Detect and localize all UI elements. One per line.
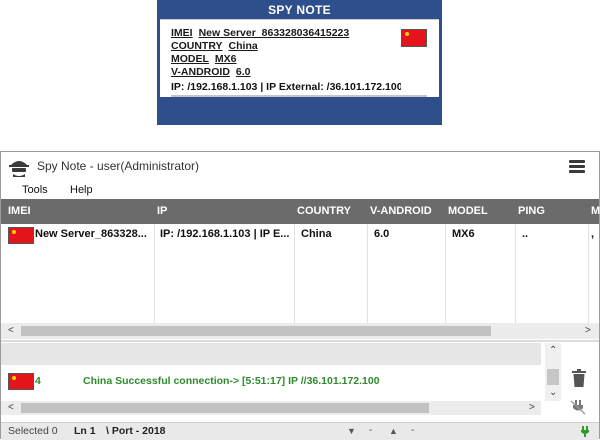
scroll-left-icon[interactable]: <: [8, 325, 14, 336]
country-line: COUNTRY China: [171, 40, 258, 52]
status-line: Ln 1: [74, 425, 96, 437]
grid-horizontal-scrollbar[interactable]: < >: [1, 323, 599, 339]
log-vertical-scrollbar[interactable]: ⌃ ⌄: [545, 343, 561, 401]
log-header-row: [1, 343, 541, 365]
cell-android: 6.0: [374, 228, 390, 240]
title-bar: Spy Note - user(Administrator): [1, 152, 599, 180]
col-imei[interactable]: IMEI: [8, 205, 31, 217]
status-bar: Selected 0 Ln 1 \ Port - 2018 ▼ - ▲ -: [1, 422, 599, 440]
window-title: Spy Note - user(Administrator): [37, 159, 200, 173]
grid-header: IMEI IP COUNTRY V-ANDROID MODEL PING M: [1, 199, 600, 224]
notification-title: SPY NOTE: [268, 3, 331, 17]
scroll-right-icon[interactable]: >: [529, 402, 535, 413]
col-ip[interactable]: IP: [157, 205, 167, 217]
cell-country: China: [301, 228, 332, 240]
log-entry-message: China Successful connection-> [5:51:17] …: [83, 375, 380, 387]
menu-help[interactable]: Help: [70, 184, 93, 196]
scroll-up-icon[interactable]: ⌃: [549, 345, 557, 356]
arrow-down-icon[interactable]: ▼: [347, 426, 356, 436]
imei-value: New Server_863328036415223: [198, 27, 350, 39]
log-panel: 4 China Successful connection-> [5:51:17…: [1, 343, 561, 415]
arrow-up-icon[interactable]: ▲: [389, 426, 398, 436]
trash-icon[interactable]: [571, 369, 587, 387]
model-line: MODEL MX6: [171, 53, 237, 65]
col-more[interactable]: M: [591, 205, 600, 217]
scroll-down-icon[interactable]: ⌄: [549, 387, 557, 398]
china-flag-icon: [8, 227, 34, 244]
notification-progress-track: [171, 95, 427, 97]
android-value: 6.0: [235, 66, 251, 78]
plug-disconnect-icon[interactable]: [569, 399, 587, 415]
ip-line: IP: /192.168.1.103 | IP External: /36.10…: [171, 81, 401, 93]
imei-key: IMEI: [171, 27, 193, 39]
status-port: \ Port - 2018: [106, 425, 166, 437]
notification-panel: IMEI New Server_863328036415223 COUNTRY Ch…: [160, 19, 439, 97]
cell-extra: ,: [591, 228, 595, 240]
cell-imei: New Server_863328...: [35, 228, 147, 240]
scroll-left-icon[interactable]: <: [8, 402, 14, 413]
cell-model: MX6: [452, 228, 475, 240]
china-flag-icon: [401, 29, 427, 47]
col-country[interactable]: COUNTRY: [297, 205, 351, 217]
android-key: V-ANDROID: [171, 66, 230, 78]
separator: -: [411, 425, 415, 436]
model-key: MODEL: [171, 53, 209, 65]
col-ping[interactable]: PING: [518, 205, 545, 217]
scroll-thumb[interactable]: [547, 369, 559, 385]
menu-bar: Tools Help: [1, 181, 599, 199]
spy-icon: [9, 161, 29, 177]
log-entry[interactable]: 4 China Successful connection-> [5:51:17…: [1, 369, 541, 391]
plug-connected-icon: [581, 426, 589, 437]
log-horizontal-scrollbar[interactable]: < >: [1, 401, 541, 415]
china-flag-icon: [8, 373, 34, 390]
model-value: MX6: [214, 53, 237, 65]
spy-note-window: Spy Note - user(Administrator) Tools Hel…: [0, 151, 600, 440]
scroll-right-icon[interactable]: >: [585, 325, 591, 336]
scroll-thumb[interactable]: [21, 403, 429, 413]
col-model[interactable]: MODEL: [448, 205, 488, 217]
scroll-thumb[interactable]: [21, 326, 491, 336]
col-android[interactable]: V-ANDROID: [370, 205, 432, 217]
country-value: China: [228, 40, 258, 52]
android-line: V-ANDROID 6.0: [171, 66, 251, 78]
menu-tools[interactable]: Tools: [22, 184, 48, 196]
table-row[interactable]: New Server_863328... IP: /192.168.1.103 …: [1, 225, 599, 247]
cell-ping: ..: [522, 228, 529, 240]
separator: -: [369, 425, 373, 436]
log-entry-number: 4: [35, 375, 41, 387]
panel-divider[interactable]: [1, 340, 599, 342]
spy-note-notification: SPY NOTE IMEI New Server_863328036415223 …: [157, 0, 442, 125]
cell-ip: IP: /192.168.1.103 | IP E...: [160, 228, 290, 240]
status-selected: Selected 0: [8, 425, 58, 437]
imei-line: IMEI New Server_863328036415223: [171, 27, 349, 39]
hamburger-menu-icon[interactable]: [569, 160, 585, 173]
country-key: COUNTRY: [171, 40, 223, 52]
